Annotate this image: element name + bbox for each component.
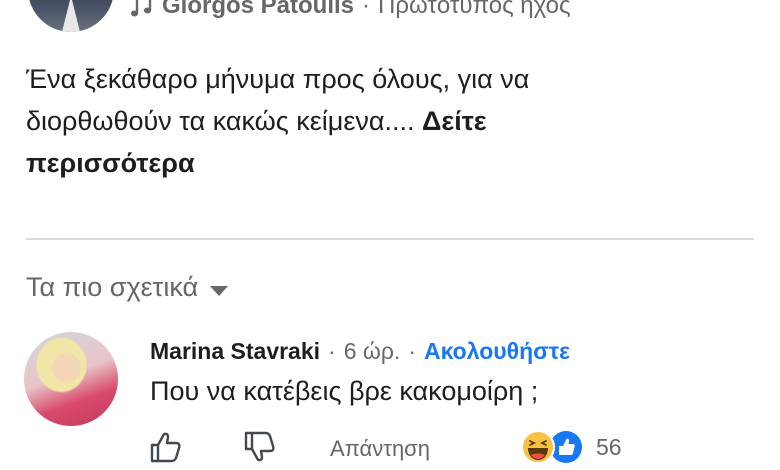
- music-note-icon: [130, 0, 152, 17]
- comment-author-name[interactable]: Marina Stavraki: [150, 338, 320, 365]
- comment-actions: Απάντηση 56: [148, 430, 748, 466]
- reply-button[interactable]: Απάντηση: [330, 436, 430, 462]
- post-author-name[interactable]: Giorgos Patoulis: [162, 0, 354, 20]
- reaction-count[interactable]: 56: [596, 434, 622, 461]
- follow-button[interactable]: Ακολουθήστε: [424, 338, 570, 365]
- post-caption: Ένα ξεκάθαρο μήνυμα προς όλους, για να δ…: [26, 58, 646, 184]
- comment-timestamp[interactable]: 6 ώρ.: [344, 338, 401, 365]
- meta-separator: ·: [408, 338, 416, 364]
- post-header: [28, 0, 114, 32]
- author-avatar[interactable]: [28, 0, 114, 32]
- sort-label: Τα πιο σχετικά: [26, 272, 199, 302]
- reactions-summary[interactable]: [520, 430, 590, 464]
- thumbs-up-icon[interactable]: [148, 430, 182, 464]
- divider: [26, 238, 754, 240]
- comment-text: Που να κατέβεις βρε κακομοίρη ;: [150, 376, 539, 406]
- meta-separator: ·: [328, 338, 336, 364]
- caret-down-icon: [210, 285, 229, 296]
- audio-label[interactable]: Πρωτότυπος ήχος: [378, 0, 571, 20]
- haha-reaction-icon: [521, 430, 555, 464]
- thumbs-down-icon[interactable]: [242, 430, 276, 464]
- comment-sort-dropdown[interactable]: Τα πιο σχετικά: [26, 272, 229, 303]
- audio-separator: ·: [362, 0, 371, 19]
- audio-attribution[interactable]: Giorgos Patoulis · Πρωτότυπος ήχος: [130, 0, 571, 20]
- commenter-avatar[interactable]: [24, 332, 118, 426]
- comment-meta: Marina Stavraki · 6 ώρ. · Ακολουθήστε: [150, 338, 570, 365]
